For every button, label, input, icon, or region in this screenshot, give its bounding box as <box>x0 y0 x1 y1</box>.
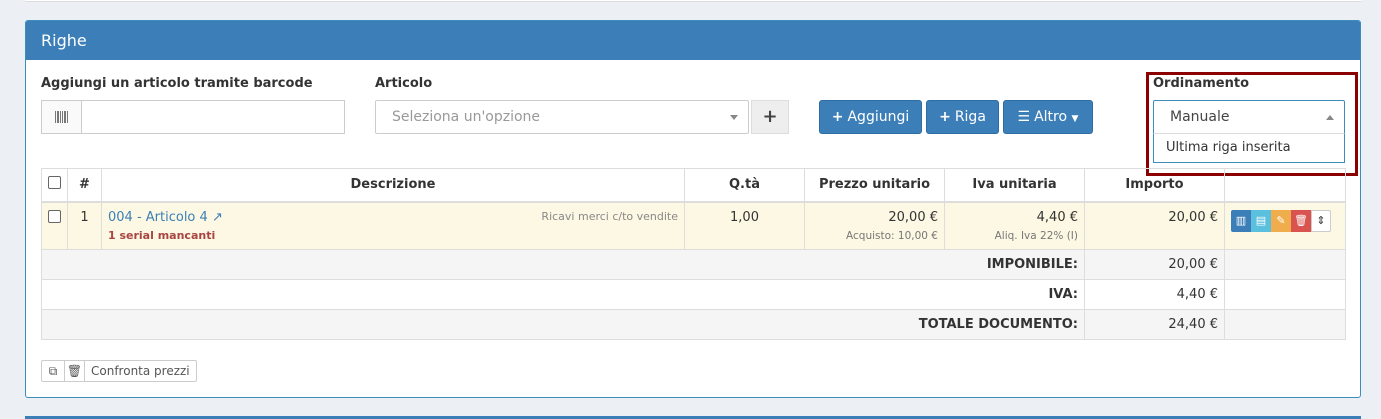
edit-icon[interactable]: ✎ <box>1271 209 1291 232</box>
iva-value: 4,40 € <box>1084 279 1225 310</box>
sort-handle-icon[interactable]: ⇕ <box>1311 209 1331 232</box>
altro-dropdown-button[interactable]: ☰ Altro ▼ <box>1003 100 1093 134</box>
imponibile-row: IMPONIBILE: 20,00 € <box>41 249 1346 280</box>
trash-icon[interactable]: 🗑 <box>1291 209 1311 232</box>
articolo-placeholder: Seleziona un'opzione <box>392 109 541 125</box>
external-link-icon[interactable]: ↗ <box>212 210 223 225</box>
totale-row: TOTALE DOCUMENTO: 24,40 € <box>41 309 1346 340</box>
panel-title: Righe <box>26 21 1360 60</box>
row-num: 1 <box>67 201 102 250</box>
plus-icon: + <box>939 109 951 125</box>
footer-actions: ⧉ 🗑 Confronta prezzi <box>41 360 197 382</box>
row-acquisto: Acquisto: 10,00 € <box>846 229 938 242</box>
copy-icon[interactable]: ⧉ <box>42 361 65 381</box>
row-prezzo-cell: 20,00 € Acquisto: 10,00 € <box>804 201 945 250</box>
row-iva: 4,40 € <box>1036 209 1078 225</box>
row-importo: 20,00 € <box>1084 201 1225 250</box>
col-actions <box>1224 168 1346 203</box>
document-action-icon[interactable]: ▤ <box>1251 209 1271 232</box>
select-all-checkbox[interactable] <box>48 176 61 190</box>
iva-row: IVA: 4,40 € <box>41 279 1346 310</box>
articolo-label: Articolo <box>375 76 433 91</box>
barcode-icon <box>42 101 82 133</box>
caret-down-icon: ▼ <box>1071 114 1079 124</box>
table-header-row: # Descrizione Q.tà Prezzo unitario Iva u… <box>41 168 1346 203</box>
riga-label: Riga <box>954 109 986 125</box>
col-qta: Q.tà <box>684 168 805 203</box>
iva-label: IVA: <box>41 279 1085 310</box>
col-prezzo: Prezzo unitario <box>804 168 945 203</box>
highlight-box <box>1146 72 1358 176</box>
riga-button[interactable]: + Riga <box>926 100 999 134</box>
plus-icon: + <box>762 106 778 127</box>
serial-warning: 1 serial mancanti <box>108 228 216 242</box>
previous-panel-edge <box>25 0 1361 2</box>
col-iva: Iva unitaria <box>944 168 1085 203</box>
righe-table: # Descrizione Q.tà Prezzo unitario Iva u… <box>41 168 1346 340</box>
row-descrizione-cell: Ricavi merci c/to vendite 004 - Articolo… <box>101 201 685 250</box>
row-qta: 1,00 <box>684 201 805 250</box>
articolo-select[interactable]: Seleziona un'opzione <box>375 100 749 134</box>
aggiungi-label: Aggiungi <box>847 109 910 125</box>
row-select-cell <box>41 201 68 250</box>
empty-cell <box>1224 249 1346 280</box>
row-actions-cell: ▥ ▤ ✎ 🗑 ⇕ <box>1224 201 1346 250</box>
totale-label: TOTALE DOCUMENTO: <box>41 309 1085 340</box>
plus-icon: + <box>831 109 844 125</box>
col-descrizione: Descrizione <box>101 168 685 203</box>
barcode-action-icon[interactable]: ▥ <box>1231 209 1251 232</box>
confronta-prezzi-button[interactable]: Confronta prezzi <box>85 361 196 381</box>
chevron-down-icon <box>730 115 738 120</box>
empty-cell <box>1224 279 1346 310</box>
totale-value: 24,40 € <box>1084 309 1225 340</box>
trash-icon[interactable]: 🗑 <box>65 361 85 381</box>
add-articolo-button[interactable]: + <box>751 100 789 134</box>
row-iva-cell: 4,40 € Aliq. Iva 22% (I) <box>944 201 1085 250</box>
empty-cell <box>1224 309 1346 340</box>
barcode-input[interactable] <box>82 101 344 133</box>
row-checkbox[interactable] <box>48 209 61 223</box>
imponibile-label: IMPONIBILE: <box>41 249 1085 280</box>
row-aliquota: Aliq. Iva 22% (I) <box>994 229 1078 242</box>
articolo-link[interactable]: 004 - Articolo 4 <box>108 210 208 225</box>
table-row: 1 Ricavi merci c/to vendite 004 - Artico… <box>41 201 1346 250</box>
row-actions: ▥ ▤ ✎ 🗑 ⇕ <box>1231 209 1339 234</box>
imponibile-value: 20,00 € <box>1084 249 1225 280</box>
col-num: # <box>67 168 102 203</box>
barcode-input-group <box>41 100 345 134</box>
row-prezzo: 20,00 € <box>888 209 938 225</box>
list-icon: ☰ <box>1017 109 1031 125</box>
altro-label: Altro <box>1034 109 1068 125</box>
select-all-cell <box>41 168 68 203</box>
conto-label: Ricavi merci c/to vendite <box>541 209 678 223</box>
barcode-label: Aggiungi un articolo tramite barcode <box>41 76 313 91</box>
col-importo: Importo <box>1084 168 1225 203</box>
aggiungi-button[interactable]: + Aggiungi <box>819 100 922 134</box>
